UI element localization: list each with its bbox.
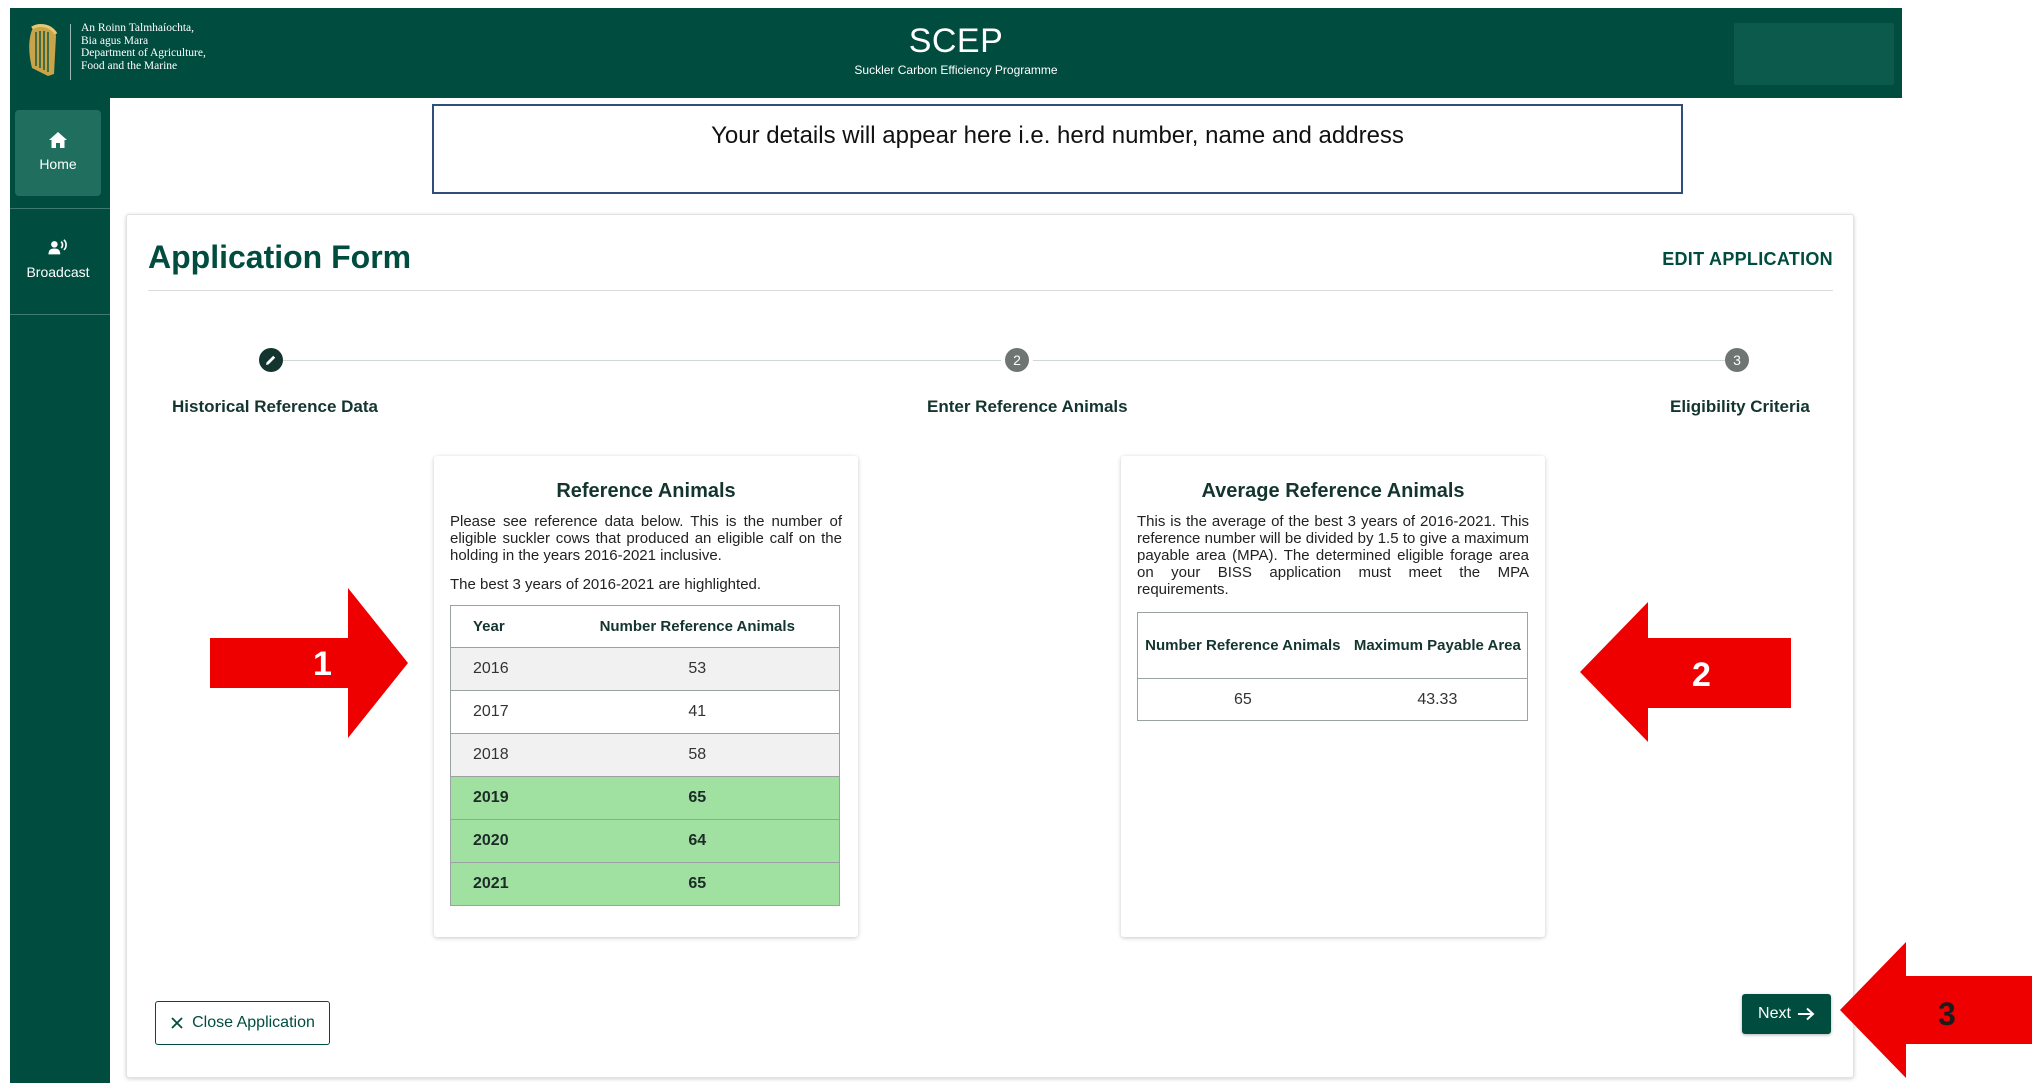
- next-button[interactable]: Next: [1742, 994, 1831, 1034]
- callout-arrow-left-icon: [1840, 942, 2032, 1078]
- reference-animals-panel: Reference Animals Please see reference d…: [434, 456, 858, 937]
- table-row: 2016 53: [450, 647, 840, 691]
- customer-details-banner: Your details will appear here i.e. herd …: [432, 104, 1683, 194]
- callout-arrow-right-icon: [210, 588, 408, 738]
- pencil-icon: [266, 355, 276, 365]
- title-divider: [148, 290, 1833, 291]
- highlight-note: The best 3 years of 2016-2021 are highli…: [450, 576, 762, 593]
- column-header: Number Reference Animals: [1136, 612, 1348, 679]
- year-cell: 2019: [450, 776, 556, 820]
- average-reference-animals-panel: Average Reference Animals This is the av…: [1121, 456, 1545, 937]
- step-3-label[interactable]: Eligibility Criteria: [1670, 397, 1810, 417]
- value-cell: 64: [555, 819, 840, 863]
- broadcast-icon: [48, 239, 67, 255]
- sidebar-item-label: Broadcast: [26, 264, 90, 280]
- arrow-right-icon: [1797, 1007, 1815, 1021]
- step-2-label[interactable]: Enter Reference Animals: [927, 397, 1128, 417]
- app-subtitle: Suckler Carbon Efficiency Programme: [854, 63, 1058, 77]
- table-row: 2017 41: [450, 690, 840, 734]
- max-payable-area-cell: 43.33: [1347, 678, 1528, 721]
- stepper-connector: [271, 360, 1001, 361]
- edit-application-link[interactable]: EDIT APPLICATION: [1662, 249, 1833, 270]
- sidebar-item-home[interactable]: Home: [15, 110, 101, 196]
- value-cell: 58: [555, 733, 840, 777]
- value-cell: 65: [555, 862, 840, 906]
- callout-arrow-left-icon: [1580, 602, 1791, 742]
- home-icon: [49, 132, 67, 148]
- page-title: Application Form: [148, 239, 412, 275]
- table-row-highlighted: 2020 64: [450, 819, 840, 863]
- close-application-label: Close Application: [192, 1014, 315, 1031]
- year-cell: 2021: [450, 862, 556, 906]
- sidebar-divider: [10, 208, 110, 209]
- app-header: An Roinn Talmhaíochta, Bia agus Mara Dep…: [10, 8, 1902, 98]
- value-cell: 53: [555, 647, 840, 691]
- step-1-label[interactable]: Historical Reference Data: [172, 397, 378, 417]
- reference-animals-cell: 65: [1136, 678, 1348, 721]
- panel-title: Average Reference Animals: [1201, 480, 1465, 502]
- brand: SCEP Suckler Carbon Efficiency Programme: [10, 22, 1902, 77]
- step-1-indicator[interactable]: [259, 348, 283, 372]
- year-cell: 2016: [450, 647, 556, 691]
- stepper-connector: [1033, 360, 1739, 361]
- user-menu-area[interactable]: [1734, 23, 1894, 85]
- callout-number-1: 1: [313, 645, 332, 683]
- close-icon: [171, 1017, 183, 1029]
- value-cell: 65: [555, 776, 840, 820]
- panel-description: This is the average of the best 3 years …: [1137, 513, 1529, 598]
- sidebar-item-broadcast[interactable]: Broadcast: [15, 218, 101, 304]
- value-cell: 41: [555, 690, 840, 734]
- close-application-button[interactable]: Close Application: [155, 1001, 330, 1045]
- table-header-row: Number Reference Animals Maximum Payable…: [1136, 612, 1528, 679]
- table-row-highlighted: 2021 65: [450, 862, 840, 906]
- panel-description: Please see reference data below. This is…: [450, 513, 842, 564]
- table-row-highlighted: 2019 65: [450, 776, 840, 820]
- sidebar: Home Broadcast: [10, 98, 110, 1083]
- step-3-indicator[interactable]: 3: [1725, 348, 1749, 372]
- panel-title: Reference Animals: [556, 480, 736, 502]
- year-cell: 2020: [450, 819, 556, 863]
- sidebar-divider: [10, 314, 110, 315]
- year-cell: 2018: [450, 733, 556, 777]
- next-label: Next: [1758, 1005, 1791, 1022]
- column-header: Number Reference Animals: [555, 605, 840, 648]
- callout-number-2: 2: [1692, 656, 1711, 694]
- callout-number-3: 3: [1938, 996, 1956, 1032]
- table-header-row: Year Number Reference Animals: [450, 605, 840, 648]
- year-cell: 2017: [450, 690, 556, 734]
- app-title: SCEP: [908, 22, 1004, 60]
- table-row: 65 43.33: [1136, 678, 1528, 721]
- average-reference-table: Number Reference Animals Maximum Payable…: [1136, 612, 1528, 721]
- sidebar-item-label: Home: [39, 156, 77, 172]
- table-row: 2018 58: [450, 733, 840, 777]
- column-header: Year: [450, 605, 556, 648]
- column-header: Maximum Payable Area: [1347, 612, 1528, 679]
- reference-animals-table: Year Number Reference Animals 2016 53 20…: [450, 605, 840, 906]
- step-2-indicator[interactable]: 2: [1005, 348, 1029, 372]
